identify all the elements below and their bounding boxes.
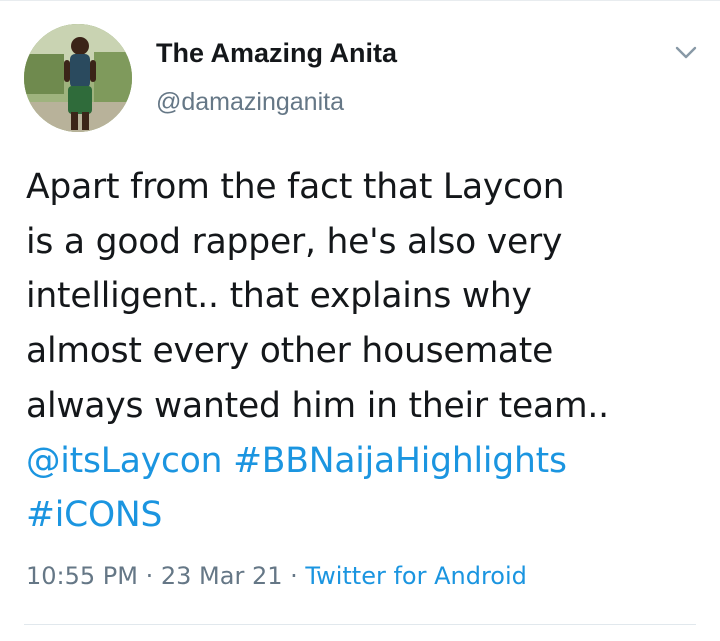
tweet-line: is a good rapper, he's also very	[26, 221, 563, 262]
tweet-time[interactable]: 10:55 PM	[26, 562, 138, 590]
tweet-line: Apart from the fact that Laycon	[26, 167, 565, 207]
tweet-line: intelligent.. that explains why	[26, 276, 532, 317]
tweet-source-link[interactable]: Twitter for Android	[305, 562, 526, 590]
tweet-text: Apart from the fact that Laycon is a goo…	[26, 160, 706, 543]
tweet-line: always wanted him in their team..	[26, 385, 609, 426]
tweet-line: almost every other housemate	[26, 331, 554, 372]
top-divider	[0, 0, 720, 1]
hashtag-link[interactable]: #iCONS	[26, 495, 162, 535]
meta-separator: ·	[137, 562, 161, 590]
avatar-photo	[24, 24, 132, 132]
bottom-divider	[24, 624, 696, 625]
mention-link[interactable]: @itsLaycon	[26, 441, 223, 481]
author-display-name[interactable]: The Amazing Anita	[156, 38, 397, 69]
meta-separator: ·	[282, 562, 306, 590]
tweet-links-line: #iCONS	[26, 488, 706, 543]
author-handle[interactable]: @damazinganita	[156, 88, 344, 117]
tweet-date[interactable]: 23 Mar 21	[161, 562, 283, 590]
tweet-meta: 10:55 PM · 23 Mar 21 · Twitter for Andro…	[26, 562, 527, 590]
hashtag-link[interactable]: #BBNaijaHighlights	[233, 441, 567, 481]
tweet-links-line: @itsLaycon #BBNaijaHighlights	[26, 434, 706, 489]
chevron-down-icon	[675, 46, 697, 59]
avatar[interactable]	[24, 24, 132, 132]
more-options-button[interactable]	[668, 38, 704, 68]
